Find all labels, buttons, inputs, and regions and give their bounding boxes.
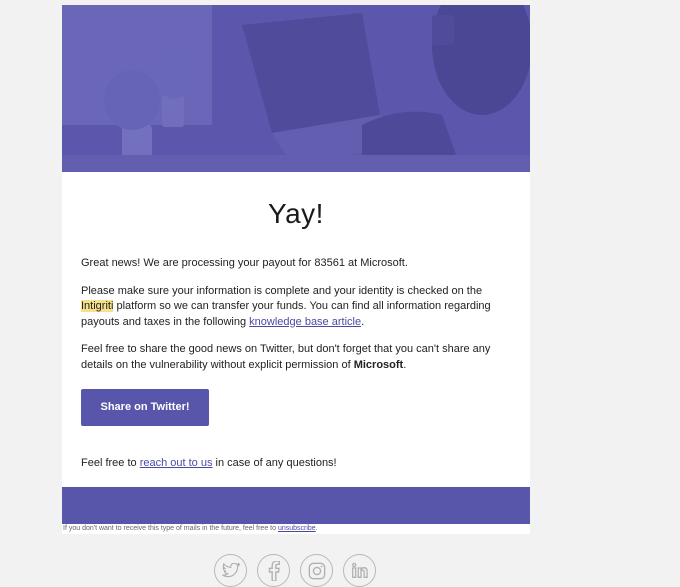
share-text-2: .	[403, 358, 407, 371]
footer-bar	[62, 487, 530, 524]
email-content: Yay! Great news! We are processing your …	[62, 172, 530, 487]
email-heading: Yay!	[268, 198, 324, 229]
share-text-1: Feel free to share the good news on Twit…	[81, 343, 491, 371]
hero-image	[62, 5, 530, 172]
instagram-icon[interactable]	[300, 554, 333, 587]
closing-text-2: in case of any questions!	[212, 457, 337, 469]
intro-text: Great news! We are processing your payou…	[81, 257, 408, 269]
info-text-1: Please make sure your information is com…	[81, 284, 483, 297]
closing-text-1: Feel free to	[81, 457, 140, 469]
closing-paragraph: Feel free to reach out to us in case of …	[81, 456, 511, 472]
twitter-icon[interactable]	[214, 554, 247, 587]
linkedin-icon[interactable]	[343, 554, 376, 587]
company-name: Microsoft	[353, 358, 404, 371]
facebook-icon[interactable]	[257, 554, 290, 587]
unsubscribe-link[interactable]: unsubscribe	[278, 525, 316, 532]
share-paragraph: Feel free to share the good news on Twit…	[81, 342, 511, 373]
intro-paragraph: Great news! We are processing your payou…	[81, 256, 511, 272]
unsubscribe-notice: If you don't want to receive this type o…	[62, 524, 530, 534]
knowledge-base-link[interactable]: knowledge base article	[249, 316, 361, 328]
reach-out-link[interactable]: reach out to us	[140, 457, 213, 469]
email-card: Yay! Great news! We are processing your …	[62, 5, 530, 534]
social-links	[214, 554, 376, 587]
unsubscribe-text: If you don't want to receive this type o…	[63, 525, 278, 532]
info-text-3: .	[361, 315, 365, 328]
unsubscribe-end: .	[315, 525, 318, 532]
info-paragraph: Please make sure your information is com…	[81, 284, 511, 331]
brand-highlight: Intigriti	[81, 300, 114, 312]
share-on-twitter-button[interactable]: Share on Twitter!	[81, 389, 209, 426]
